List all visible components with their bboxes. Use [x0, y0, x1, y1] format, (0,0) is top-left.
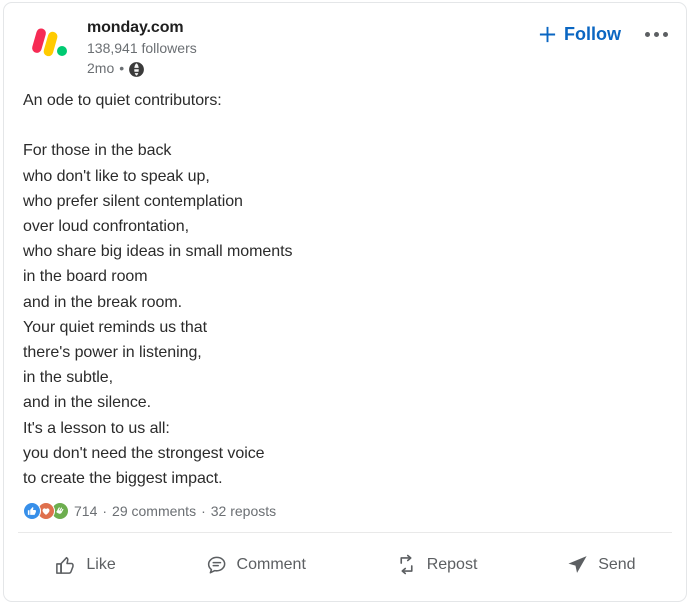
menu-dot [663, 31, 668, 37]
avatar[interactable] [23, 17, 75, 69]
header-actions: Follow [536, 15, 672, 47]
speech-bubble-icon [205, 553, 228, 576]
send-button[interactable]: Send [554, 545, 647, 584]
monday-logo-icon [32, 28, 67, 57]
reaction-count[interactable]: 714 [74, 503, 97, 519]
globe-icon [129, 62, 145, 77]
overflow-menu-icon[interactable] [641, 26, 672, 43]
post-meta: 2mo • [87, 59, 536, 78]
paper-plane-icon [566, 553, 589, 576]
author-block: monday.com 138,941 followers 2mo • [87, 15, 536, 78]
author-name[interactable]: monday.com [87, 18, 536, 38]
reaction-icons[interactable] [23, 502, 69, 521]
post-timestamp: 2mo [87, 60, 115, 76]
menu-dot [645, 31, 650, 37]
meta-separator: • [119, 60, 125, 76]
like-button[interactable]: Like [42, 545, 127, 584]
social-counts: 714 · 29 comments · 32 reposts [4, 491, 686, 521]
repost-label: Repost [426, 555, 478, 573]
like-reaction-icon [23, 502, 41, 521]
linkedin-post-card: monday.com 138,941 followers 2mo • Follo… [3, 2, 687, 602]
repost-button[interactable]: Repost [383, 545, 490, 584]
plus-icon [538, 25, 557, 44]
comment-button[interactable]: Comment [193, 545, 318, 584]
menu-dot [654, 31, 659, 37]
count-separator: · [201, 503, 206, 520]
follow-label: Follow [564, 24, 621, 44]
follow-button[interactable]: Follow [536, 21, 623, 47]
post-header: monday.com 138,941 followers 2mo • Follo… [4, 3, 686, 78]
comment-count[interactable]: 29 comments [112, 503, 196, 519]
author-followers: 138,941 followers [87, 40, 197, 56]
like-label: Like [86, 555, 116, 573]
thumbs-up-icon [54, 553, 77, 576]
repost-arrows-icon [395, 553, 418, 576]
repost-count[interactable]: 32 reposts [211, 503, 276, 519]
count-separator: · [102, 503, 108, 520]
post-text: An ode to quiet contributors: For those … [23, 92, 293, 488]
action-bar: Like Comment Repost Send [4, 533, 686, 584]
comment-label: Comment [236, 555, 306, 573]
send-label: Send [598, 555, 636, 573]
